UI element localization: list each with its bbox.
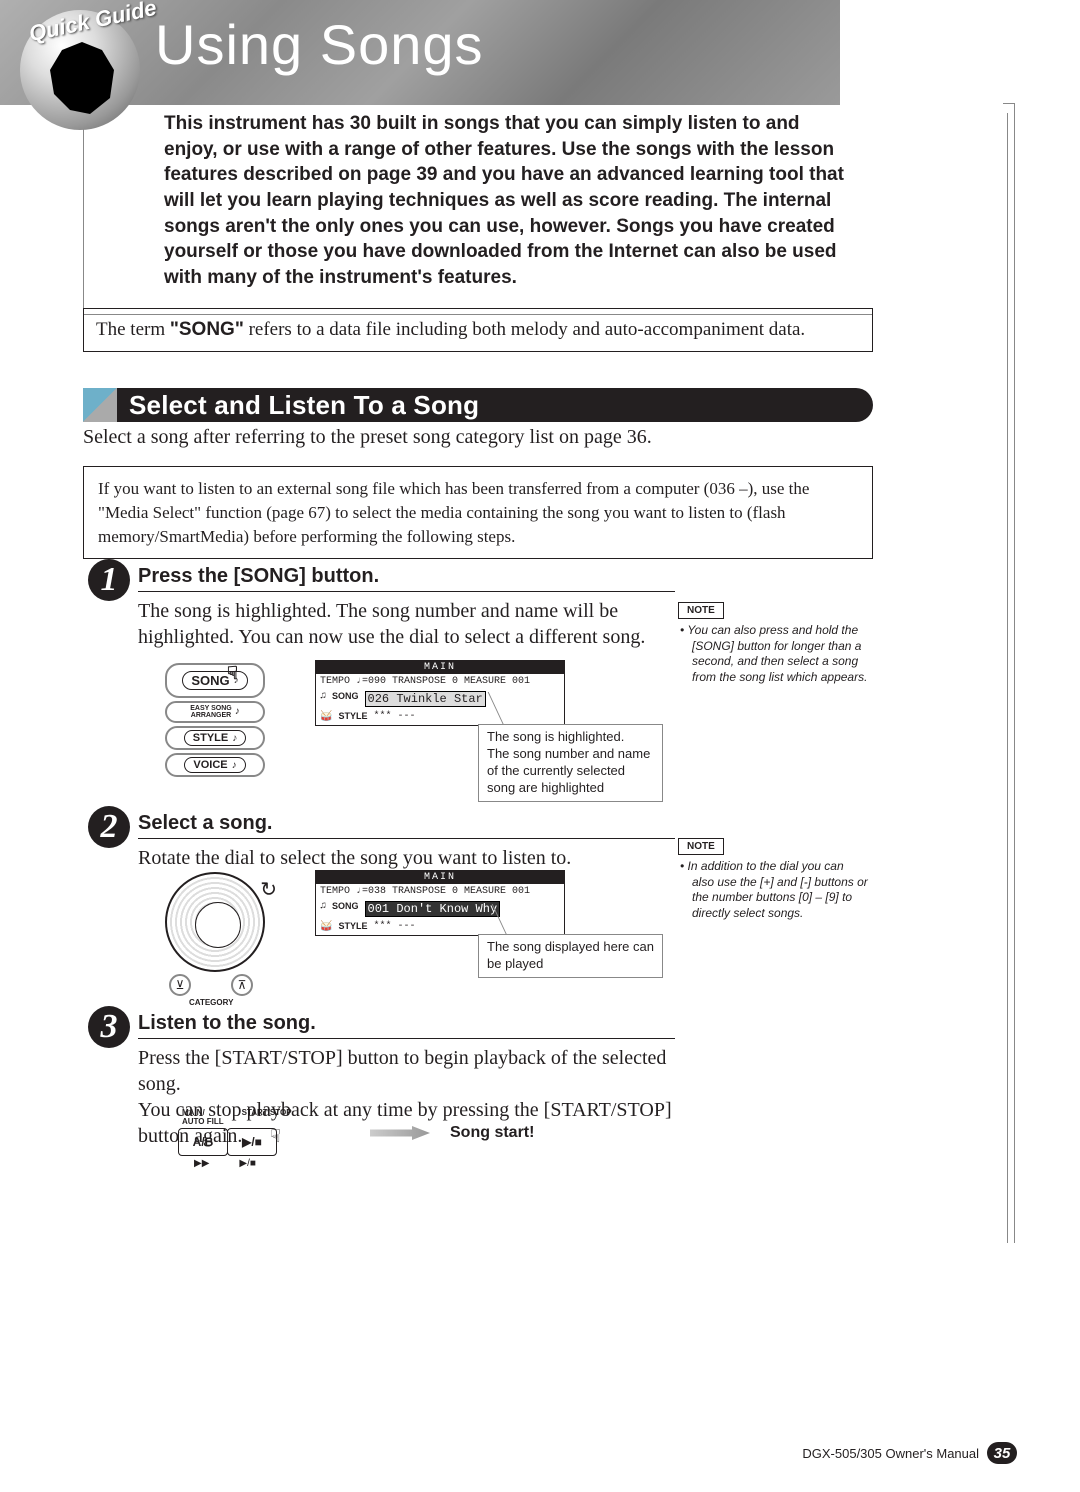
song-button: SONG ♪ ☟: [165, 663, 265, 698]
term-definition-box: The term "SONG" refers to a data file in…: [83, 308, 873, 352]
note-label: NOTE: [678, 602, 724, 619]
note-icon: ♫: [320, 901, 326, 917]
lcd2-transpose: TRANSPOSE 0: [392, 886, 458, 897]
term-word: "SONG": [170, 319, 244, 340]
note-1-text: You can also press and hold the [SONG] b…: [692, 623, 868, 685]
main-autofill-label: MAIN/ AUTO FILL: [182, 1108, 224, 1126]
lcd1-style-label: STYLE: [338, 711, 367, 723]
external-song-note-box: If you want to listen to an external son…: [83, 466, 873, 559]
note-label: NOTE: [678, 838, 724, 855]
note-box-1: NOTE You can also press and hold the [SO…: [678, 602, 868, 685]
intro-paragraph: This instrument has 30 built in songs th…: [83, 103, 873, 315]
lcd-display-1: MAIN TEMPO ♩=090 TRANSPOSE 0 MEASURE 001…: [315, 660, 565, 726]
page-number: 35: [987, 1442, 1017, 1464]
lcd1-song-label: SONG: [332, 691, 359, 707]
lcd1-tempo: TEMPO ♩=090: [320, 676, 386, 687]
step-2-body: Rotate the dial to select the song you w…: [138, 845, 678, 871]
style-icon: 🥁: [320, 921, 332, 933]
rotate-arrow-icon: ↻: [260, 877, 277, 902]
lcd1-transpose: TRANSPOSE 0: [392, 676, 458, 687]
lcd2-tempo: TEMPO ♩=038: [320, 886, 386, 897]
note-icon: ♫: [320, 691, 326, 707]
step-3-title: Listen to the song.: [138, 1012, 675, 1039]
callout-2: The song displayed here can be played: [478, 934, 663, 978]
panel-buttons-illustration: SONG ♪ ☟ EASY SONG ARRANGER♪ STYLE ♪ VOI…: [165, 660, 265, 780]
song-start-label: Song start!: [450, 1124, 534, 1142]
lcd1-style-value: *** ---: [373, 711, 415, 723]
voice-button: VOICE ♪: [165, 753, 265, 777]
start-stop-label: START/STOP: [242, 1108, 292, 1126]
manual-title: DGX-505/305 Owner's Manual: [802, 1446, 979, 1461]
ab-button: A/B: [178, 1128, 228, 1156]
section-diamond-icon: [83, 388, 117, 422]
lcd2-song-label: SONG: [332, 901, 359, 917]
style-icon: 🥁: [320, 711, 332, 723]
lcd2-style-label: STYLE: [338, 921, 367, 933]
step-2-title: Select a song.: [138, 812, 675, 839]
step-number-1: 1: [88, 559, 130, 601]
control-panel-illustration: MAIN/ AUTO FILL START/STOP A/B ▶/■ ▶▶ ▶/…: [178, 1108, 292, 1169]
lcd1-header: MAIN: [316, 661, 564, 674]
dial-illustration: ↻ ⊻ ⊼ CATEGORY: [165, 872, 285, 992]
lcd2-measure: MEASURE 001: [464, 886, 530, 897]
lcd2-header: MAIN: [316, 871, 564, 884]
page-title: Using Songs: [155, 12, 484, 77]
easy-song-arranger-button: EASY SONG ARRANGER♪: [165, 701, 265, 723]
page-footer: DGX-505/305 Owner's Manual 35: [802, 1442, 1017, 1464]
section-header-bar: Select and Listen To a Song: [83, 388, 873, 422]
page-border-inner: [1007, 113, 1008, 1243]
category-label: CATEGORY: [189, 998, 233, 1007]
step-1-body: The song is highlighted. The song number…: [138, 598, 678, 650]
step-number-2: 2: [88, 806, 130, 848]
lcd-display-2: MAIN TEMPO ♩=038 TRANSPOSE 0 MEASURE 001…: [315, 870, 565, 936]
hand-pointer-icon: ☟: [227, 663, 238, 684]
category-down-button: ⊻: [169, 974, 191, 996]
hand-pointer-icon: ☟: [270, 1126, 281, 1147]
note-box-2: NOTE In addition to the dial you can als…: [678, 838, 868, 921]
ff-icon: ▶▶: [194, 1158, 209, 1169]
play-stop-icon: ▶/■: [239, 1158, 256, 1169]
step-number-3: 3: [88, 1006, 130, 1048]
song-button-label: SONG: [191, 673, 229, 688]
style-button: STYLE ♪: [165, 726, 265, 750]
step-1-title: Press the [SONG] button.: [138, 565, 675, 592]
lcd1-measure: MEASURE 001: [464, 676, 530, 687]
lcd2-style-value: *** ---: [373, 921, 415, 933]
callout-1: The song is highlighted. The song number…: [478, 724, 663, 802]
section-intro-text: Select a song after referring to the pre…: [83, 426, 873, 449]
term-prefix: The term: [96, 319, 170, 340]
page-border: [1003, 103, 1015, 1243]
section-title: Select and Listen To a Song: [129, 390, 479, 421]
term-suffix: refers to a data file including both mel…: [244, 319, 805, 340]
note-2-text: In addition to the dial you can also use…: [692, 859, 868, 921]
category-up-button: ⊼: [231, 974, 253, 996]
dial-disc: [165, 872, 265, 972]
